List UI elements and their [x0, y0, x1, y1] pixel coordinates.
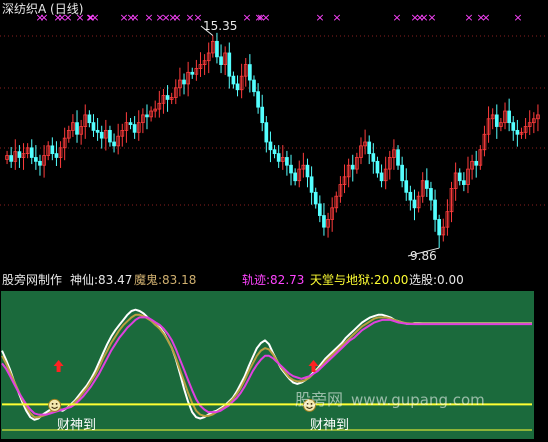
- price-candle-body: [429, 188, 433, 201]
- price-candle-body: [507, 110, 511, 124]
- signal-mark-x: ×: [130, 11, 139, 24]
- price-candle-body: [289, 164, 293, 174]
- price-candle-body: [437, 219, 442, 236]
- smiley-eye: [55, 403, 58, 405]
- price-low-label: 9.86: [410, 249, 437, 263]
- price-candles: [5, 32, 540, 249]
- signal-mark-x: ×: [481, 11, 490, 24]
- price-candle-body: [50, 145, 55, 155]
- price-candle-body: [276, 153, 281, 162]
- price-candle-body: [87, 114, 92, 124]
- signal-mark-x: ×: [513, 11, 522, 24]
- price-candle-body: [457, 172, 462, 182]
- price-candle-body: [424, 180, 429, 189]
- price-candle-body: [215, 40, 219, 58]
- price-candle-body: [54, 153, 59, 158]
- price-candle-body: [268, 141, 273, 151]
- price-candle-body: [379, 172, 384, 182]
- price-candle-body: [248, 64, 252, 81]
- price-candle-body: [29, 147, 34, 158]
- price-candle-body: [165, 95, 170, 100]
- signal-marks: ×× ××× × ××× ××× × ×××× ×× × ××× × × × ×××× × ×× ×: [35, 11, 522, 24]
- price-candle-body: [293, 172, 297, 182]
- stock-chart-window: × × × × × × × × × × × × × × × × × × × × × × × × × × × × × × × × × × 深纺织A …: [0, 0, 548, 442]
- price-candle-body: [317, 203, 322, 216]
- price-candle-body: [231, 75, 236, 85]
- price-candle-body: [264, 122, 269, 143]
- price-candle-body: [494, 114, 499, 127]
- price-candle-body: [408, 191, 413, 201]
- price-candle-body: [38, 160, 42, 166]
- smiley-eye: [51, 403, 54, 405]
- price-candle-body: [322, 215, 326, 228]
- buy-arrow-icon: [53, 360, 64, 372]
- price-candle-body: [396, 149, 400, 166]
- price-candle-body: [375, 160, 380, 174]
- price-candle-body: [313, 191, 318, 205]
- price-candle-body: [515, 129, 520, 135]
- price-grid: [0, 35, 548, 206]
- signal-mark-x: ×: [332, 11, 341, 24]
- signal-mark-x: ×: [242, 11, 251, 24]
- price-candle-body: [190, 71, 195, 75]
- watermark-url: www.gupang.com: [351, 391, 485, 409]
- price-candle-body: [219, 56, 223, 65]
- price-candle-body: [433, 199, 437, 220]
- caisheng-signal-label: 财神到: [57, 418, 97, 433]
- signal-mark-x: ×: [144, 11, 153, 24]
- price-candle-body: [474, 160, 479, 166]
- price-candle-body: [132, 124, 137, 133]
- price-candle-body: [9, 155, 14, 162]
- watermark: 股旁网 www.gupang.com: [295, 386, 485, 410]
- signal-mark-x: ×: [315, 11, 324, 24]
- price-candle-body: [182, 79, 186, 85]
- price-candle-body: [75, 122, 79, 135]
- price-candle-body: [108, 129, 112, 143]
- price-candle-body: [252, 79, 256, 93]
- signal-mark-x: ×: [193, 11, 202, 24]
- price-candle-body: [400, 164, 404, 182]
- signal-mark-x: ×: [90, 11, 99, 24]
- price-candle-body: [371, 153, 376, 162]
- price-candle-body: [227, 52, 232, 77]
- signal-mark-x: ×: [464, 11, 473, 24]
- watermark-text: 股旁网: [295, 390, 344, 409]
- price-candle-body: [95, 129, 100, 133]
- indicator-lines: [1, 308, 532, 431]
- price-candle-body: [145, 114, 149, 118]
- caisheng-smiley-icon: [48, 398, 62, 412]
- price-candle-body: [285, 157, 289, 166]
- price-candle-body: [367, 141, 372, 155]
- price-candle-body: [412, 199, 417, 209]
- price-candle-body: [128, 122, 133, 125]
- price-candle-body: [112, 141, 116, 147]
- price-candle-body: [99, 131, 104, 139]
- price-candle-body: [91, 122, 96, 131]
- price-high-label: 15.35: [203, 19, 238, 33]
- signal-mark-x: ×: [172, 11, 181, 24]
- price-candle-body: [404, 180, 409, 193]
- caisheng-signal-label: 财神到: [310, 418, 350, 433]
- price-candle-body: [309, 176, 314, 193]
- price-candle-body: [350, 164, 355, 170]
- signal-mark-x: ×: [261, 11, 270, 24]
- price-candle-body: [260, 106, 265, 124]
- price-candle-body: [17, 151, 22, 158]
- price-candle-body: [235, 83, 240, 91]
- signal-mark-x: ×: [427, 11, 436, 24]
- price-candle-body: [462, 180, 466, 185]
- price-candle-body: [256, 91, 260, 108]
- signal-mark-x: ×: [392, 11, 401, 24]
- price-candle-body: [511, 122, 516, 131]
- price-candlestick-chart[interactable]: ×× ××× × ××× ××× × ×××× ×× × ××× × × × ×××× × ×× ×: [0, 0, 548, 270]
- smiley-face: [48, 398, 62, 412]
- chart-title: 深纺织A (日线): [2, 2, 84, 16]
- price-candle-body: [272, 149, 277, 155]
- price-candle-body: [305, 164, 310, 178]
- price-candle-body: [34, 157, 38, 162]
